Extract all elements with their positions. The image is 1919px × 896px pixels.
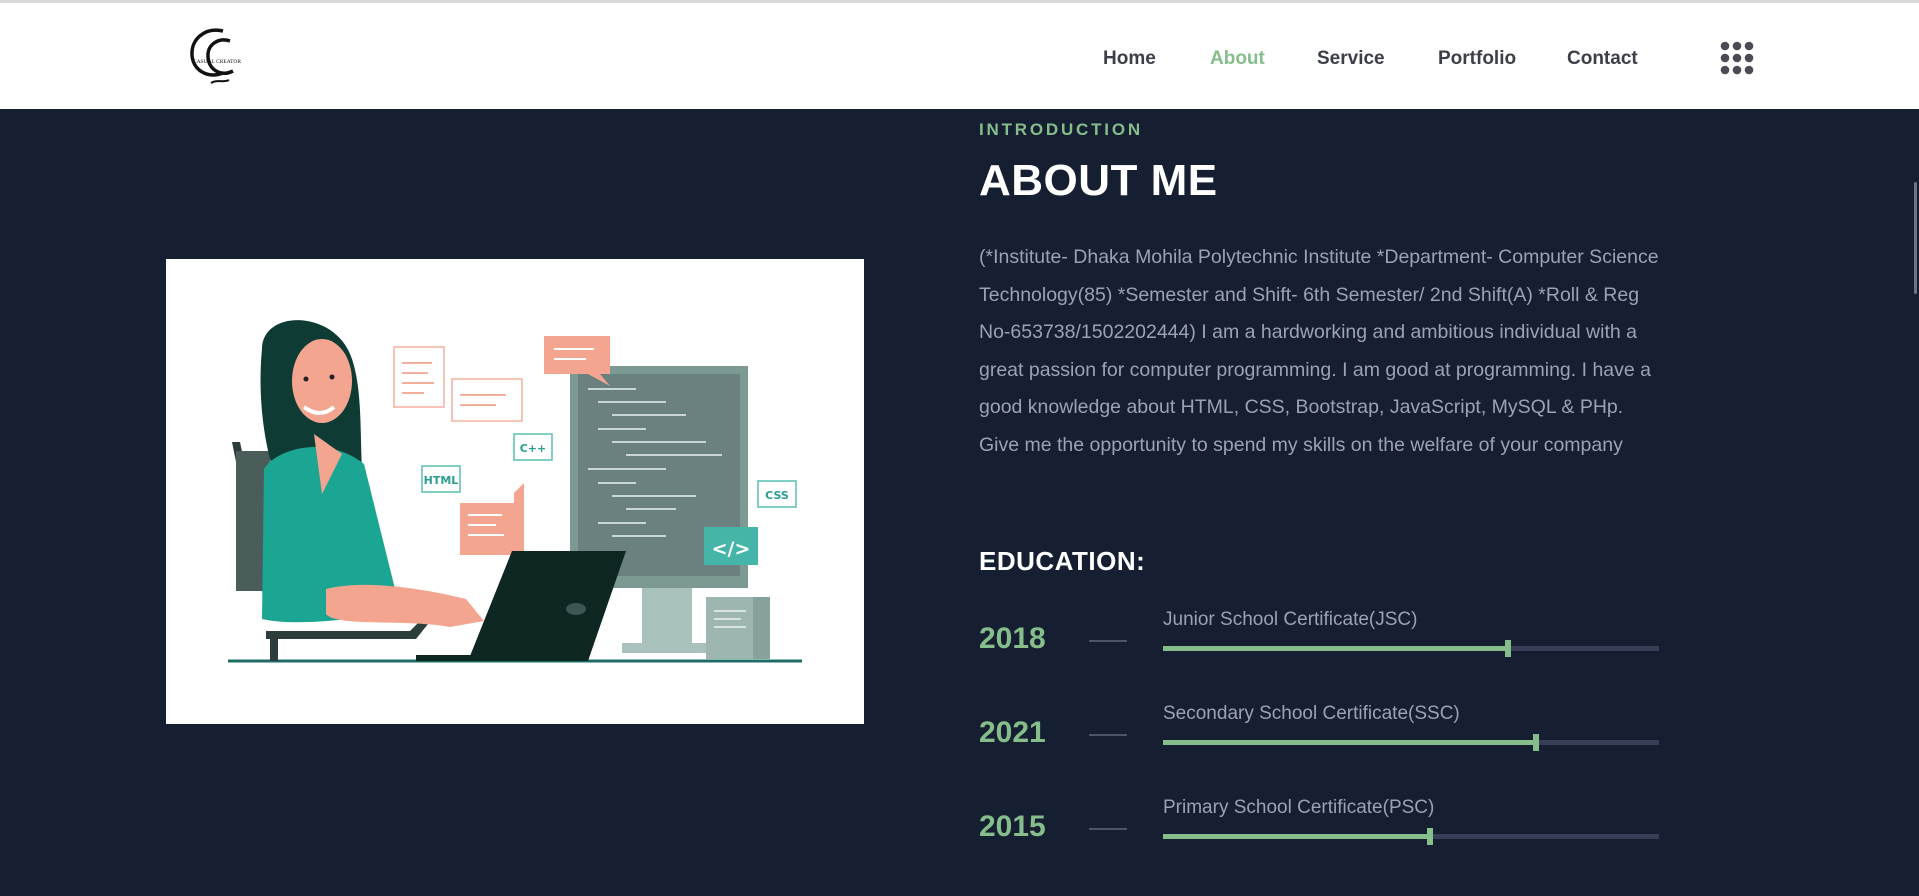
progress-track [1163,828,1659,845]
nav-contact[interactable]: Contact [1567,48,1638,70]
svg-text:CASUAL CREATOR: CASUAL CREATOR [193,59,241,65]
progress-track [1163,640,1659,657]
section-eyebrow: INTRODUCTION [979,120,1143,139]
nav-home[interactable]: Home [1103,48,1156,70]
education-heading: EDUCATION: [979,546,1146,576]
progress-track [1163,734,1659,751]
education-item: 2021 Secondary School Certificate(SSC) [979,703,1659,773]
scrollbar-thumb[interactable] [1914,182,1917,294]
svg-text:HTML: HTML [424,474,459,487]
education-label: Primary School Certificate(PSC) [1163,797,1435,818]
education-year: 2015 [979,810,1046,843]
svg-text:C++: C++ [520,442,547,455]
progress-marker [1426,828,1433,845]
navbar: CASUAL CREATOR Home About Service Portfo… [0,3,1919,109]
divider [1089,828,1127,830]
progress-marker [1532,734,1539,751]
about-bio: (*Institute- Dhaka Mohila Polytechnic In… [979,246,1659,456]
nav-portfolio[interactable]: Portfolio [1438,48,1516,70]
education-label: Secondary School Certificate(SSC) [1163,703,1460,724]
svg-text:</>: </> [712,538,751,560]
about-illustration: </> CSS C++ HTML [166,259,864,724]
divider [1089,640,1127,642]
page-title: ABOUT ME [979,156,1218,205]
nav-service[interactable]: Service [1317,48,1385,70]
nav-about[interactable]: About [1210,48,1265,70]
education-item: 2018 Junior School Certificate(JSC) [979,609,1659,679]
progress-fill [1163,740,1536,745]
education-year: 2018 [979,622,1046,655]
grid-menu-icon[interactable] [1719,40,1755,76]
progress-fill [1163,834,1430,839]
svg-text:CSS: CSS [765,489,789,502]
education-label: Junior School Certificate(JSC) [1163,609,1418,630]
site-logo[interactable]: CASUAL CREATOR [183,25,251,89]
progress-fill [1163,646,1508,651]
education-year: 2021 [979,716,1046,749]
progress-marker [1504,640,1511,657]
divider [1089,734,1127,736]
education-item: 2015 Primary School Certificate(PSC) [979,797,1659,867]
